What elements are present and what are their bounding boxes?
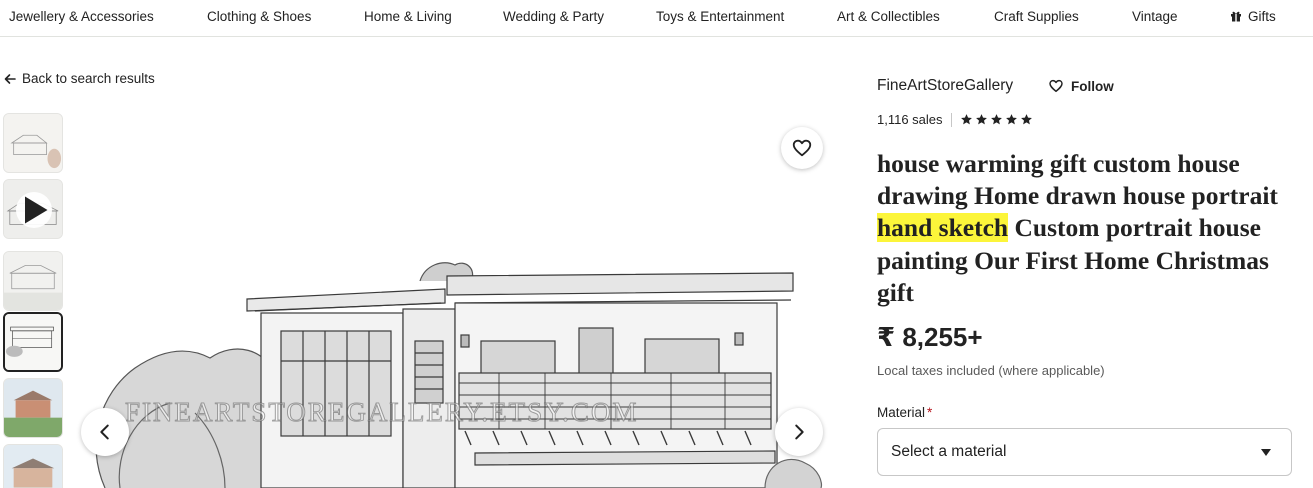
shop-stats: 1,116 sales (877, 112, 1033, 127)
price: ₹ 8,255+ (877, 322, 983, 352)
play-icon (25, 196, 48, 224)
thumbnail-5[interactable] (3, 378, 63, 438)
thumbnail-image (4, 379, 62, 437)
thumbnail-2-video[interactable] (3, 179, 63, 239)
star-icon (1020, 114, 1032, 125)
sales-count: 1,116 sales (877, 112, 943, 127)
heart-icon (1049, 79, 1063, 93)
thumbnail-image (4, 114, 62, 172)
shop-name-link[interactable]: FineArtStoreGallery (877, 77, 1013, 95)
nav-art-collectibles[interactable]: Art & Collectibles (837, 9, 940, 25)
follow-label: Follow (1071, 78, 1114, 94)
title-highlight: hand sketch (877, 213, 1009, 243)
shop-watermark: FINEARTSTOREGALLERY.ETSY.COM (124, 397, 639, 428)
thumbnail-6[interactable] (3, 444, 63, 488)
chevron-right-icon (795, 424, 804, 440)
nav-jewellery-accessories[interactable]: Jewellery & Accessories (9, 9, 154, 25)
tax-note: Local taxes included (where applicable) (877, 363, 1105, 378)
next-image-button[interactable] (775, 408, 823, 456)
thumbnail-image (5, 314, 61, 370)
star-icon (975, 114, 987, 125)
nav-toys-entertainment[interactable]: Toys & Entertainment (656, 9, 784, 25)
previous-image-button[interactable] (81, 408, 129, 456)
nav-craft-supplies[interactable]: Craft Supplies (994, 9, 1079, 25)
caret-down-icon (1261, 449, 1271, 456)
nav-vintage[interactable]: Vintage (1132, 9, 1178, 25)
nav-clothing-shoes[interactable]: Clothing & Shoes (207, 9, 311, 25)
thumbnail-1[interactable] (3, 113, 63, 173)
follow-shop-button[interactable]: Follow (1048, 76, 1114, 96)
chevron-left-icon (100, 424, 109, 440)
star-icon (1005, 114, 1017, 125)
house-sketch-image (95, 262, 823, 488)
nav-wedding-party[interactable]: Wedding & Party (503, 9, 604, 25)
required-marker: * (927, 405, 933, 420)
thumbnail-3[interactable] (3, 251, 63, 311)
divider (950, 112, 952, 127)
listing-title: house warming gift custom house drawing … (877, 148, 1297, 309)
material-label: Material * (877, 405, 932, 420)
nav-gifts-label: Gifts (1248, 9, 1276, 24)
back-to-search-link[interactable]: Back to search results (4, 71, 155, 86)
star-icon (960, 114, 972, 125)
gift-icon (1231, 11, 1241, 22)
star-rating[interactable] (960, 113, 1033, 126)
thumbnail-image (4, 252, 62, 310)
nav-home-living[interactable]: Home & Living (364, 9, 452, 25)
category-nav: Jewellery & Accessories Clothing & Shoes… (0, 0, 1313, 37)
thumbnail-image (4, 445, 62, 488)
play-button[interactable] (16, 192, 52, 228)
nav-gifts[interactable]: Gifts (1230, 9, 1276, 25)
main-product-image[interactable]: FINEARTSTOREGALLERY.ETSY.COM (75, 113, 835, 488)
material-select-value: Select a material (891, 443, 1007, 460)
star-icon (990, 114, 1002, 125)
back-link-label: Back to search results (22, 71, 155, 86)
title-text-start: house warming gift custom house drawing … (877, 149, 1278, 211)
thumbnail-4-selected[interactable] (3, 312, 63, 372)
arrow-left-icon (4, 73, 16, 84)
favorite-button[interactable] (781, 127, 823, 169)
material-label-text: Material (877, 405, 926, 420)
heart-icon (792, 139, 812, 157)
material-select[interactable]: Select a material (877, 428, 1292, 476)
